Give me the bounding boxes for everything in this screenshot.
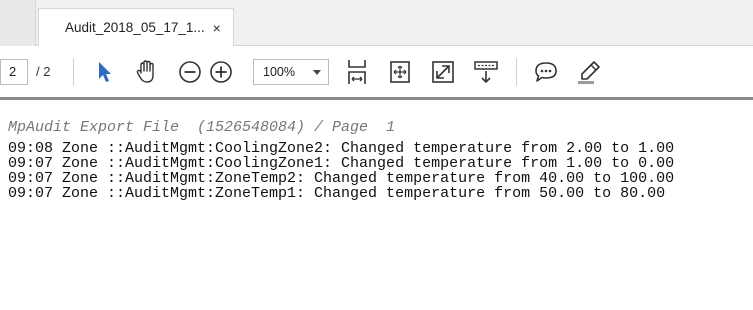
zoom-in-icon[interactable] [207,58,235,86]
document-tab-title: Audit_2018_05_17_1... [65,20,205,35]
document-header-text: MpAudit Export File (1526548084) / Page … [8,119,396,136]
log-line: 09:08 Zone ::AuditMgmt:CoolingZone2: Cha… [8,140,675,157]
toolbar: 2 / 2 100% [0,46,753,98]
rotate-page-icon[interactable] [386,58,414,86]
comment-icon[interactable] [532,58,560,86]
log-line: 09:07 Zone ::AuditMgmt:CoolingZone1: Cha… [8,155,675,172]
log-line: 09:07 Zone ::AuditMgmt:ZoneTemp1: Change… [8,185,666,202]
zoom-level-dropdown[interactable]: 100% [253,59,329,85]
audit-log-lines: 09:08 Zone ::AuditMgmt:CoolingZone2: Cha… [8,141,674,201]
full-screen-icon[interactable] [429,58,457,86]
select-arrow-icon[interactable] [91,58,119,86]
tab-strip: Audit_2018_05_17_1... × [0,0,753,46]
toolbar-divider [516,58,517,86]
log-line: 09:07 Zone ::AuditMgmt:ZoneTemp2: Change… [8,170,675,187]
close-tab-icon[interactable]: × [213,20,221,36]
zoom-out-icon[interactable] [176,58,204,86]
fit-page-icon[interactable] [343,58,371,86]
read-mode-icon[interactable] [472,58,500,86]
toolbar-divider [73,58,74,86]
document-tab[interactable]: Audit_2018_05_17_1... × [38,8,234,46]
page-number-input[interactable]: 2 [0,59,28,85]
zoom-level-value: 100% [263,65,295,79]
tab-strip-left-area [0,0,36,46]
highlight-pen-icon[interactable] [575,58,603,86]
page-total-label: / 2 [36,64,51,79]
hand-pan-icon[interactable] [133,58,161,86]
chevron-down-icon [313,70,321,75]
